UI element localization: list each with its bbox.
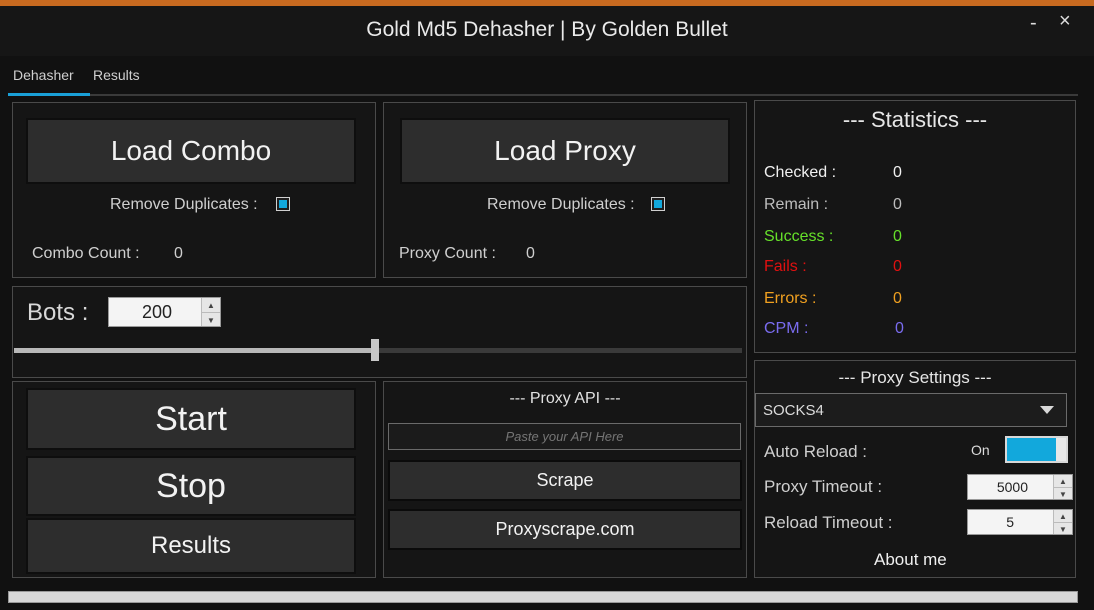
proxy-timeout-label: Proxy Timeout : bbox=[764, 477, 883, 496]
proxy-timeout-value: 5000 bbox=[996, 479, 1028, 495]
active-tab-indicator bbox=[8, 93, 90, 96]
tab-dehasher[interactable]: Dehasher bbox=[13, 67, 74, 83]
auto-reload-toggle[interactable] bbox=[1005, 436, 1068, 463]
reload-timeout-value: 5 bbox=[1006, 514, 1014, 530]
proxy-remove-duplicates-checkbox[interactable] bbox=[651, 197, 665, 211]
stat-label: Fails : bbox=[764, 258, 807, 275]
statistics-panel bbox=[754, 100, 1076, 353]
close-button[interactable]: × bbox=[1059, 10, 1071, 33]
chevron-down-icon[interactable]: ▼ bbox=[1054, 523, 1072, 535]
bots-slider-thumb[interactable] bbox=[371, 339, 379, 361]
chevron-down-icon[interactable]: ▼ bbox=[202, 313, 220, 327]
window-title: Gold Md5 Dehasher | By Golden Bullet bbox=[366, 18, 728, 41]
statistics-title: --- Statistics --- bbox=[842, 107, 988, 132]
tab-divider bbox=[90, 94, 1078, 96]
proxy-count-label: Proxy Count : bbox=[399, 245, 496, 262]
stop-button[interactable]: Stop bbox=[26, 456, 356, 516]
stat-value: 0 bbox=[895, 320, 904, 337]
combo-count-value: 0 bbox=[174, 245, 183, 262]
reload-timeout-label: Reload Timeout : bbox=[764, 513, 893, 532]
proxy-timeout-stepper[interactable]: 5000 ▲ ▼ bbox=[967, 474, 1073, 500]
bots-value: 200 bbox=[141, 301, 172, 322]
tab-results[interactable]: Results bbox=[93, 67, 140, 83]
auto-reload-label: Auto Reload : bbox=[764, 442, 868, 461]
bots-slider-fill bbox=[14, 348, 375, 353]
chevron-up-icon[interactable]: ▲ bbox=[1054, 510, 1072, 523]
chevron-down-icon[interactable]: ▼ bbox=[1054, 488, 1072, 500]
start-button[interactable]: Start bbox=[26, 388, 356, 450]
stat-label: CPM : bbox=[764, 320, 809, 337]
proxyscrape-button[interactable]: Proxyscrape.com bbox=[388, 509, 742, 550]
api-url-input[interactable] bbox=[388, 423, 741, 450]
proxy-type-value: SOCKS4 bbox=[763, 402, 824, 419]
stat-label: Success : bbox=[764, 228, 834, 245]
combo-remove-duplicates-label: Remove Duplicates : bbox=[110, 196, 258, 213]
bots-stepper-arrows[interactable]: ▲ ▼ bbox=[201, 298, 220, 326]
chevron-down-icon bbox=[1040, 406, 1054, 414]
about-me-link[interactable]: About me bbox=[874, 550, 947, 570]
stat-value: 0 bbox=[893, 258, 902, 275]
load-combo-button[interactable]: Load Combo bbox=[26, 118, 356, 184]
results-button[interactable]: Results bbox=[26, 518, 356, 574]
proxy-timeout-arrows[interactable]: ▲ ▼ bbox=[1053, 475, 1072, 499]
stat-value: 0 bbox=[893, 196, 902, 213]
toggle-knob bbox=[1056, 438, 1066, 461]
bots-label: Bots : bbox=[27, 299, 89, 326]
minimize-button[interactable]: - bbox=[1030, 12, 1037, 35]
stat-value: 0 bbox=[893, 290, 902, 307]
combo-count-label: Combo Count : bbox=[32, 245, 140, 262]
proxy-remove-duplicates-label: Remove Duplicates : bbox=[487, 196, 635, 213]
scrape-button[interactable]: Scrape bbox=[388, 460, 742, 501]
load-proxy-button[interactable]: Load Proxy bbox=[400, 118, 730, 184]
bots-stepper[interactable]: 200 ▲ ▼ bbox=[108, 297, 221, 327]
proxy-settings-title: --- Proxy Settings --- bbox=[838, 368, 992, 387]
proxy-count-value: 0 bbox=[526, 245, 535, 262]
proxy-type-select[interactable]: SOCKS4 bbox=[755, 393, 1067, 427]
stat-label: Errors : bbox=[764, 290, 817, 307]
stat-label: Remain : bbox=[764, 196, 829, 213]
stat-label: Checked : bbox=[764, 164, 837, 181]
reload-timeout-arrows[interactable]: ▲ ▼ bbox=[1053, 510, 1072, 534]
reload-timeout-stepper[interactable]: 5 ▲ ▼ bbox=[967, 509, 1073, 535]
chevron-up-icon[interactable]: ▲ bbox=[1054, 475, 1072, 488]
stat-value: 0 bbox=[893, 228, 902, 245]
progress-bar bbox=[8, 591, 1078, 603]
chevron-up-icon[interactable]: ▲ bbox=[202, 298, 220, 313]
bots-slider-track[interactable] bbox=[14, 339, 742, 361]
proxy-api-title: --- Proxy API --- bbox=[509, 390, 621, 407]
auto-reload-state: On bbox=[971, 442, 990, 458]
stat-value: 0 bbox=[893, 164, 902, 181]
combo-remove-duplicates-checkbox[interactable] bbox=[276, 197, 290, 211]
